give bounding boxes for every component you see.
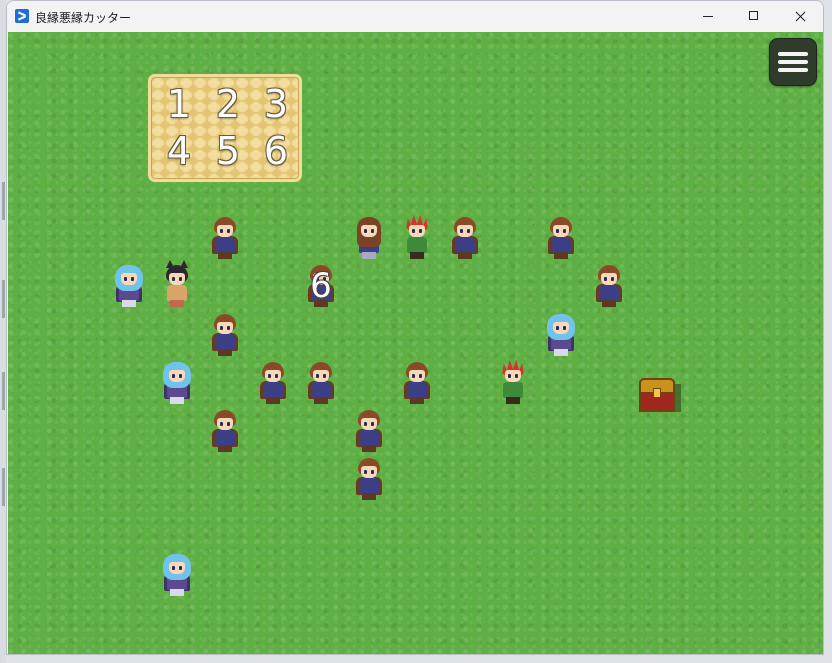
character-hero[interactable]: 6	[304, 263, 338, 309]
close-button[interactable]	[777, 1, 823, 32]
panel-digit-6[interactable]: 6	[256, 129, 296, 173]
character-hero[interactable]	[304, 360, 338, 406]
hamburger-menu-icon	[778, 52, 808, 56]
title-bar[interactable]: 良縁悪縁カッター	[7, 1, 823, 32]
character-hero[interactable]	[352, 456, 386, 502]
treasure-chest-icon	[653, 388, 661, 398]
character-hero[interactable]	[208, 215, 242, 261]
character-girl[interactable]	[352, 215, 386, 261]
maximize-icon	[749, 11, 758, 20]
panel-digit-5[interactable]: 5	[208, 129, 248, 173]
character-mage[interactable]	[160, 360, 194, 406]
game-window: 良縁悪縁カッター 1 2 3 4 5 6 6	[6, 0, 824, 655]
game-map[interactable]: 1 2 3 4 5 6 6	[8, 32, 823, 654]
character-hero[interactable]	[352, 408, 386, 454]
character-fighter[interactable]	[400, 215, 434, 261]
character-hero[interactable]	[256, 360, 290, 406]
character-number-label: 6	[310, 266, 332, 306]
character-hero[interactable]	[448, 215, 482, 261]
character-hero[interactable]	[208, 408, 242, 454]
panel-digit-4[interactable]: 4	[159, 129, 199, 173]
character-hero[interactable]	[208, 312, 242, 358]
minimize-icon	[703, 16, 713, 17]
menu-button[interactable]	[769, 38, 817, 86]
number-panel: 1 2 3 4 5 6	[148, 74, 302, 182]
window-title: 良縁悪縁カッター	[35, 11, 132, 25]
character-hero[interactable]	[592, 263, 626, 309]
minimize-button[interactable]	[685, 1, 731, 32]
character-mage[interactable]	[544, 312, 578, 358]
character-mage[interactable]	[160, 552, 194, 598]
character-fighter[interactable]	[496, 360, 530, 406]
panel-digit-3[interactable]: 3	[256, 82, 296, 126]
character-mage[interactable]	[112, 263, 146, 309]
character-catgirl[interactable]	[160, 260, 194, 309]
character-hero[interactable]	[400, 360, 434, 406]
maximize-button[interactable]	[731, 1, 777, 32]
treasure-chest[interactable]	[639, 378, 681, 412]
app-icon	[15, 9, 29, 23]
panel-digit-1[interactable]: 1	[159, 82, 199, 126]
character-hero[interactable]	[544, 215, 578, 261]
panel-digit-2[interactable]: 2	[208, 82, 248, 126]
